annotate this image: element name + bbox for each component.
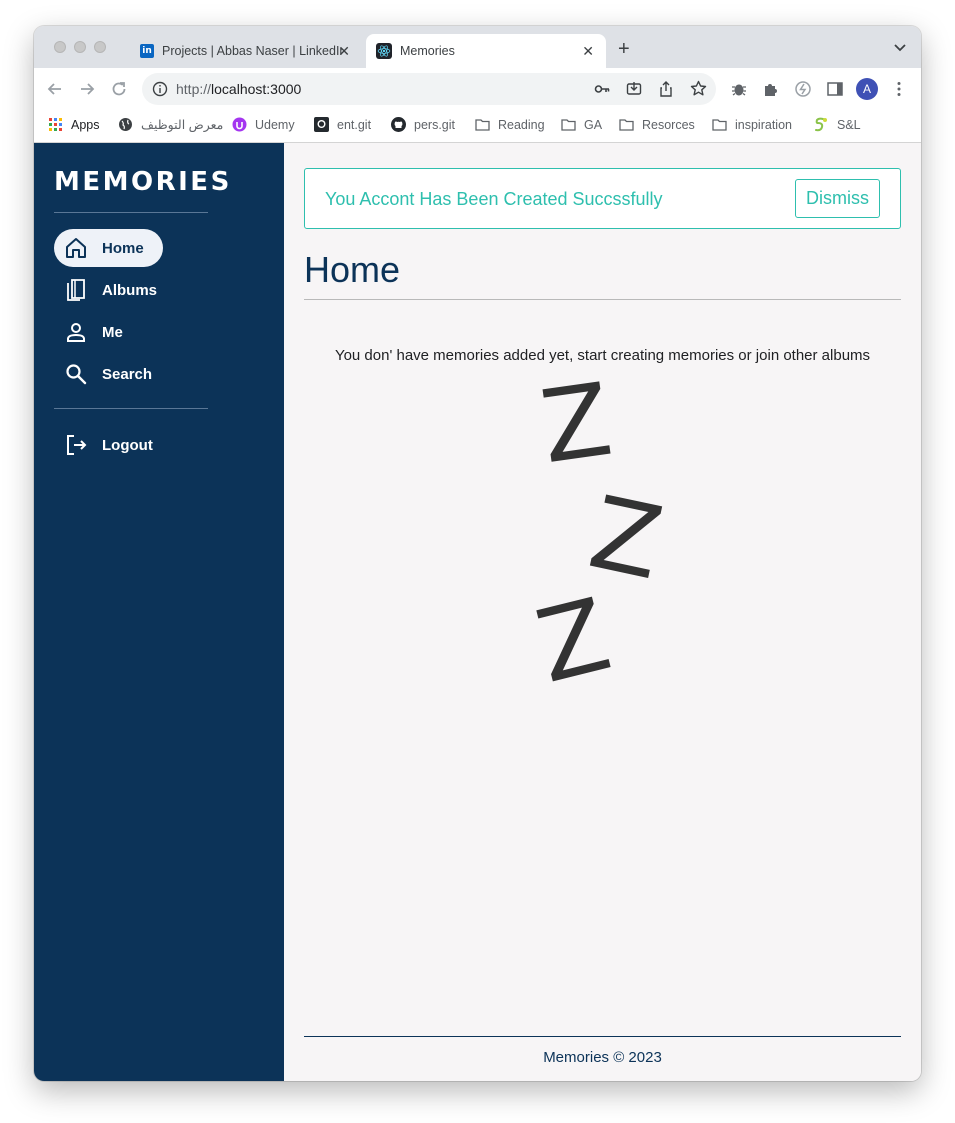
- albums-icon: [67, 279, 85, 301]
- footer-copyright: Memories © 2023: [543, 1049, 662, 1066]
- github-icon: [314, 117, 329, 132]
- bookmark-label: S&L: [837, 117, 861, 132]
- sidebar-item-label: Albums: [102, 281, 158, 299]
- bookmark-star-icon[interactable]: [690, 80, 707, 97]
- tab-strip: in Projects | Abbas Naser | LinkedIn ✕ M…: [34, 26, 921, 68]
- sidebar-item-home[interactable]: Home: [54, 229, 163, 267]
- sidebar-item-albums[interactable]: Albums: [54, 271, 157, 309]
- z-letter: Z: [526, 576, 621, 699]
- linkedin-icon: in: [140, 44, 154, 58]
- bookmarks-bar: Apps معرض التوظيف Udemy ent.git pers.git…: [34, 110, 921, 143]
- title-divider: [304, 299, 901, 300]
- bookmark-label: GA: [584, 117, 603, 132]
- address-bar[interactable]: http://localhost:3000: [142, 73, 716, 105]
- search-icon: [66, 364, 87, 385]
- bug-extension-icon[interactable]: [730, 80, 748, 98]
- browser-toolbar: http://localhost:3000 A: [34, 68, 921, 110]
- sidebar: MEMORIES Home Albums Me Search Logout: [34, 143, 284, 1081]
- globe-icon: [119, 118, 132, 131]
- more-menu-icon[interactable]: [890, 80, 908, 98]
- logout-icon: [67, 435, 87, 455]
- page-title: Home: [304, 249, 401, 290]
- logout-label: Logout: [102, 436, 153, 454]
- sidebar-item-label: Me: [102, 323, 123, 341]
- logout-button[interactable]: Logout: [54, 426, 153, 464]
- key-icon[interactable]: [594, 81, 610, 97]
- apps-grid-icon: [49, 118, 62, 131]
- sidebar-divider: [54, 408, 208, 409]
- bookmark-folder-reading[interactable]: Reading: [475, 117, 545, 132]
- bookmark-label: Reading: [498, 117, 545, 132]
- sidebar-item-label: Home: [102, 239, 144, 257]
- bookmark-job-fair[interactable]: معرض التوظيف: [118, 117, 223, 132]
- folder-icon: [712, 119, 727, 131]
- minimize-window-button[interactable]: [74, 41, 86, 53]
- tab-memories[interactable]: Memories ✕: [366, 34, 606, 68]
- url-text: http://localhost:3000: [176, 81, 301, 97]
- tab-linkedin[interactable]: in Projects | Abbas Naser | LinkedIn ✕: [130, 34, 362, 68]
- sidebar-item-me[interactable]: Me: [54, 313, 123, 351]
- dismiss-button[interactable]: Dismiss: [795, 179, 880, 218]
- success-alert: You Accont Has Been Created Succssfully …: [304, 168, 901, 229]
- bookmark-folder-inspiration[interactable]: inspiration: [712, 117, 792, 132]
- install-app-icon[interactable]: [626, 81, 642, 97]
- bookmark-snl[interactable]: S&L: [814, 117, 861, 132]
- bookmark-pers-git[interactable]: pers.git: [391, 117, 455, 132]
- share-icon[interactable]: [658, 81, 674, 97]
- sidebar-divider: [54, 212, 208, 213]
- chevron-down-icon[interactable]: [893, 40, 907, 54]
- bookmark-label: pers.git: [414, 117, 455, 132]
- browser-window: in Projects | Abbas Naser | LinkedIn ✕ M…: [34, 26, 921, 1081]
- close-window-button[interactable]: [54, 41, 66, 53]
- bookmark-udemy[interactable]: Udemy: [232, 117, 295, 132]
- bookmark-folder-resorces[interactable]: Resorces: [619, 117, 695, 132]
- profile-avatar[interactable]: A: [856, 78, 878, 100]
- bookmark-label: Udemy: [255, 117, 295, 132]
- udemy-icon: [232, 117, 247, 132]
- folder-icon: [475, 119, 490, 131]
- new-tab-icon[interactable]: +: [618, 38, 630, 61]
- url-host: localhost:3000: [211, 81, 302, 97]
- bookmark-folder-ga[interactable]: GA: [561, 117, 602, 132]
- reload-icon[interactable]: [110, 80, 128, 98]
- snake-icon: [815, 117, 827, 132]
- bookmark-label: ent.git: [337, 117, 372, 132]
- sleeping-zzz-illustration: Z Z Z: [484, 361, 684, 706]
- url-scheme: http://: [176, 81, 212, 97]
- react-icon: [376, 43, 392, 59]
- tab-title: Projects | Abbas Naser | LinkedIn: [162, 44, 342, 58]
- sidebar-item-search[interactable]: Search: [54, 355, 152, 393]
- maximize-window-button[interactable]: [94, 41, 106, 53]
- forward-icon[interactable]: [78, 80, 96, 98]
- extensions-puzzle-icon[interactable]: [762, 80, 780, 98]
- bookmark-ent-git[interactable]: ent.git: [314, 117, 371, 132]
- alert-message: You Accont Has Been Created Succssfully: [325, 189, 663, 209]
- tab-close-icon[interactable]: ✕: [582, 43, 594, 60]
- tab-close-icon[interactable]: ✕: [338, 43, 350, 60]
- info-icon[interactable]: [152, 81, 168, 97]
- person-icon: [67, 323, 85, 342]
- sync-extension-icon[interactable]: [794, 80, 812, 98]
- folder-icon: [561, 119, 576, 131]
- bookmark-label: معرض التوظيف: [141, 118, 224, 132]
- main-content: You Accont Has Been Created Succssfully …: [284, 143, 921, 1081]
- folder-icon: [619, 119, 634, 131]
- github-icon: [391, 117, 406, 132]
- bookmark-apps[interactable]: Apps: [48, 117, 100, 132]
- bookmark-label: Apps: [71, 117, 100, 132]
- sidebar-item-label: Search: [102, 365, 153, 383]
- home-icon: [66, 238, 86, 258]
- bookmark-label: inspiration: [735, 117, 792, 132]
- z-letter: Z: [534, 379, 618, 486]
- brand-logo: MEMORIES: [54, 167, 232, 197]
- footer-divider: [304, 1036, 901, 1037]
- tab-title: Memories: [400, 44, 455, 58]
- empty-state-message: You don' have memories added yet, start …: [334, 347, 871, 364]
- bookmark-label: Resorces: [642, 117, 695, 132]
- back-icon[interactable]: [46, 80, 64, 98]
- side-panel-icon[interactable]: [826, 80, 844, 98]
